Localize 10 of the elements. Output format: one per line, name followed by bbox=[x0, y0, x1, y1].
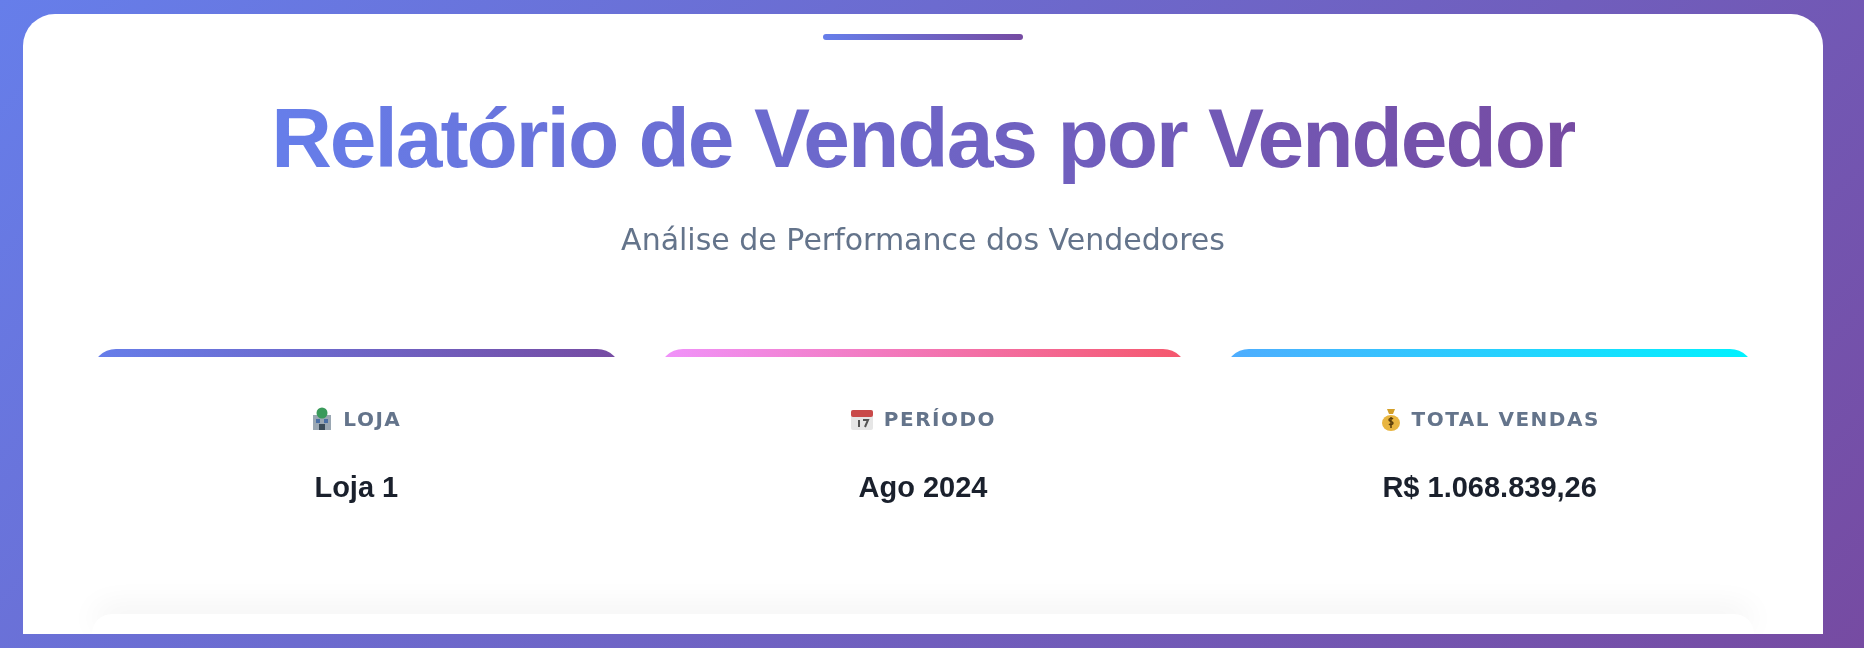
card-label: TOTAL VENDAS bbox=[1411, 407, 1600, 432]
card-value: R$ 1.068.839,26 bbox=[1382, 471, 1597, 505]
card-value: Ago 2024 bbox=[858, 471, 988, 505]
page-subtitle: Análise de Performance dos Vendedores bbox=[621, 222, 1225, 258]
card-value: Loja 1 bbox=[314, 471, 399, 505]
calendar-icon bbox=[849, 407, 874, 432]
card-label: LOJA bbox=[343, 407, 402, 432]
card-label: PERÍODO bbox=[883, 407, 997, 432]
building-icon bbox=[311, 407, 334, 432]
money-bag-icon bbox=[1379, 407, 1402, 432]
